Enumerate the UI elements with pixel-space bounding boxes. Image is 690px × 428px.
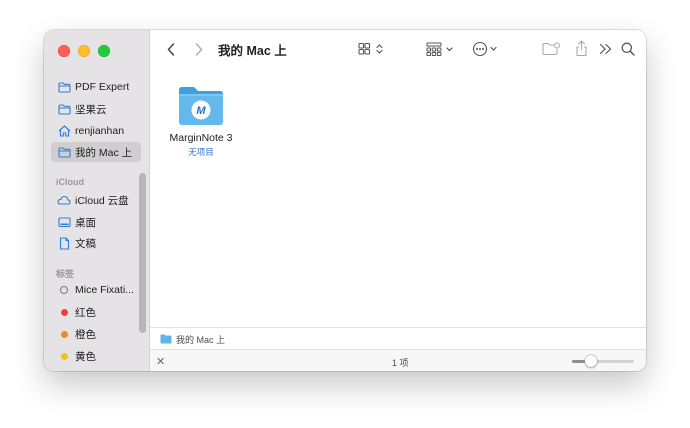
sidebar-section-icloud: iCloud — [56, 177, 84, 187]
path-item-label[interactable]: 我的 Mac 上 — [176, 333, 225, 346]
group-button[interactable] — [426, 42, 458, 56]
file-subtitle: 无项目 — [188, 147, 214, 157]
share-icon — [575, 39, 587, 56]
sidebar-item-label: 橙色 — [75, 328, 96, 341]
view-mode-button[interactable] — [358, 42, 386, 56]
group-grid-icon — [426, 42, 453, 56]
sidebar-scrollbar[interactable] — [139, 173, 146, 333]
sidebar-item-label: 黄色 — [75, 350, 96, 363]
sidebar-item-label: 红色 — [75, 306, 96, 319]
marginnote-badge: M — [196, 105, 206, 117]
sidebar-section-tags: 标签 — [56, 269, 75, 279]
slider-knob[interactable] — [584, 355, 597, 367]
sidebar-item-label: PDF Expert — [75, 81, 130, 93]
close-button[interactable] — [58, 45, 70, 57]
tag-dot-icon — [57, 349, 71, 363]
more-toolbar-button[interactable] — [598, 42, 612, 56]
back-button[interactable] — [164, 41, 178, 57]
tag-dot-icon — [57, 327, 71, 341]
sidebar-item-documents[interactable]: 文稿 — [51, 233, 141, 253]
sidebar-tag-yellow[interactable]: 黄色 — [51, 346, 141, 366]
chevron-right-icon — [195, 42, 203, 56]
sidebar-item-label: 我的 Mac 上 — [75, 146, 133, 159]
cloud-icon — [57, 193, 71, 207]
search-button[interactable] — [620, 41, 636, 57]
more-options-icon — [472, 41, 497, 57]
sidebar-item-label: 桌面 — [75, 216, 96, 229]
close-x-icon[interactable]: ✕ — [156, 355, 165, 368]
action-button[interactable] — [472, 41, 502, 57]
status-bar: ✕ 1 项 — [150, 349, 646, 371]
desktop-icon — [57, 215, 71, 229]
minimize-button[interactable] — [78, 45, 90, 57]
folder-icon — [57, 80, 71, 94]
document-icon — [57, 236, 71, 250]
sidebar-item-icloud-drive[interactable]: iCloud 云盘 — [51, 190, 141, 210]
sidebar-item-on-my-mac[interactable]: 我的 Mac 上 — [51, 142, 141, 162]
sidebar-item-label: iCloud 云盘 — [75, 194, 129, 207]
sidebar-item-label: renjianhan — [75, 125, 125, 137]
sidebar-item-label: 文稿 — [75, 237, 96, 250]
folder-badge-icon — [542, 42, 560, 56]
folder-icon — [57, 145, 71, 159]
folder-icon — [160, 334, 172, 344]
tag-dot-icon — [57, 305, 71, 319]
main-pane: 我的 Mac 上 M MarginNote 3 无项目 我的 Mac 上 ✕ 1… — [150, 30, 646, 371]
window-controls — [58, 45, 110, 57]
tag-dot-icon — [57, 283, 71, 297]
sidebar-item-label: Mice Fixati... — [75, 284, 134, 296]
icon-size-slider[interactable] — [572, 355, 634, 367]
file-browser: M MarginNote 3 无项目 — [150, 68, 646, 327]
sidebar-item-pdf-expert[interactable]: PDF Expert — [51, 77, 141, 97]
search-icon — [621, 42, 635, 56]
item-count: 1 项 — [392, 358, 409, 368]
sidebar: PDF Expert 坚果云 renjianhan 我的 Mac 上 iClou… — [44, 30, 150, 371]
sidebar-tag-orange[interactable]: 橙色 — [51, 324, 141, 344]
home-icon — [57, 124, 71, 138]
window-title: 我的 Mac 上 — [218, 44, 287, 58]
share-button[interactable] — [574, 39, 588, 57]
forward-button[interactable] — [192, 41, 206, 57]
new-folder-button[interactable] — [542, 41, 560, 57]
toolbar: 我的 Mac 上 — [150, 30, 646, 68]
sidebar-item-jianguoyun[interactable]: 坚果云 — [51, 99, 141, 119]
file-item-marginnote[interactable]: M MarginNote 3 无项目 — [168, 84, 234, 158]
finder-window: PDF Expert 坚果云 renjianhan 我的 Mac 上 iClou… — [44, 30, 646, 371]
sidebar-item-label: 坚果云 — [75, 103, 107, 116]
double-chevron-right-icon — [599, 43, 611, 55]
icon-view-grid-icon — [358, 42, 383, 55]
folder-icon — [57, 102, 71, 116]
chevron-left-icon — [167, 42, 175, 56]
marginnote-folder-icon: M — [168, 84, 234, 128]
file-name: MarginNote 3 — [169, 132, 233, 144]
sidebar-tag-red[interactable]: 红色 — [51, 302, 141, 322]
zoom-button[interactable] — [98, 45, 110, 57]
sidebar-tag-mice-fixation[interactable]: Mice Fixati... — [51, 280, 141, 300]
sidebar-item-desktop[interactable]: 桌面 — [51, 212, 141, 232]
path-bar: 我的 Mac 上 — [150, 327, 646, 350]
sidebar-item-home[interactable]: renjianhan — [51, 121, 141, 141]
